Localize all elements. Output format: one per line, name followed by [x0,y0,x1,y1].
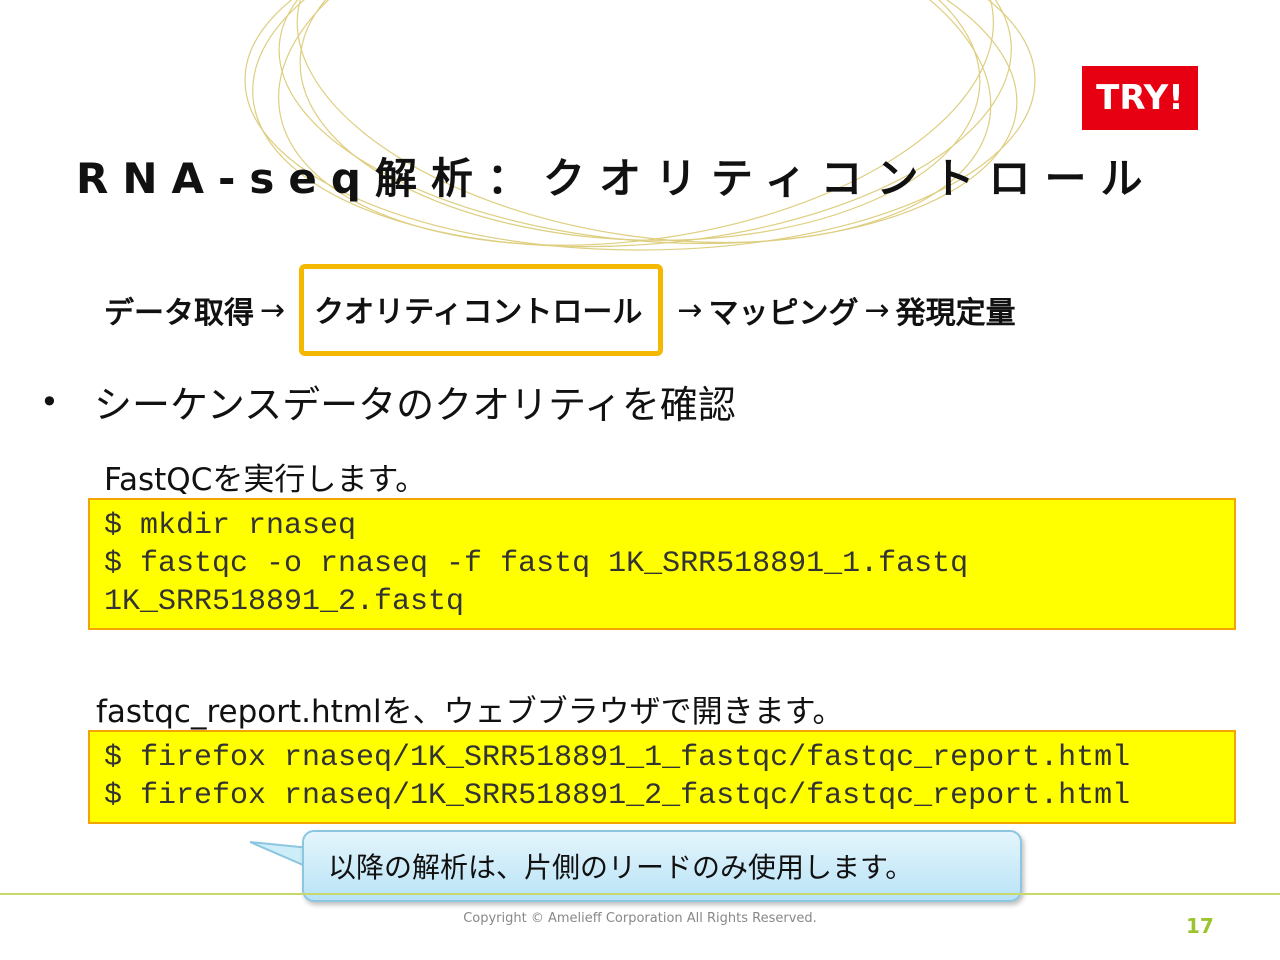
bullet-point: • シーケンスデータのクオリティを確認 [40,374,736,429]
try-badge: TRY! [1082,66,1198,130]
fastqc-code-block: $ mkdir rnaseq $ fastqc -o rnaseq -f fas… [88,498,1236,630]
flow-step-quality-control-current: クオリティコントロール [299,264,664,356]
copyright-notice: Copyright © Amelieff Corporation All Rig… [463,911,817,926]
flow-arrow: → [864,292,890,328]
report-instruction: fastqc_report.htmlを、ウェブブラウザで開きます。 [96,694,844,730]
footer-divider [0,893,1280,895]
flow-arrow: → [677,292,703,328]
callout-tail-shape [250,841,310,868]
page-number: 17 [1186,914,1214,938]
note-callout: 以降の解析は、片側のリードのみ使用します。 [302,830,1022,902]
firefox-code-block: $ firefox rnaseq/1K_SRR518891_1_fastqc/f… [88,730,1236,824]
code-line: $ fastqc -o rnaseq -f fastq 1K_SRR518891… [104,547,969,581]
code-line: $ mkdir rnaseq [104,509,357,543]
code-line: 1K_SRR518891_2.fastq [104,585,465,619]
bullet-dot-icon: • [40,382,59,421]
fastqc-instruction: FastQCを実行します。 [104,462,427,498]
code-line: $ firefox rnaseq/1K_SRR518891_1_fastqc/f… [104,741,1131,775]
page-title: RNA-seq解析：クオリティコントロール [76,154,1157,203]
code-line: $ firefox rnaseq/1K_SRR518891_2_fastqc/f… [104,779,1131,813]
flow-step-mapping: マッピング [708,296,859,331]
flow-step-expression-quantification: 発現定量 [895,296,1016,331]
bullet-text: シーケンスデータのクオリティを確認 [94,383,736,427]
workflow-steps: データ取得 → クオリティコントロール → マッピング → 発現定量 [104,264,1016,356]
flow-step-data-acquisition: データ取得 [104,296,254,331]
flow-arrow: → [260,292,286,328]
